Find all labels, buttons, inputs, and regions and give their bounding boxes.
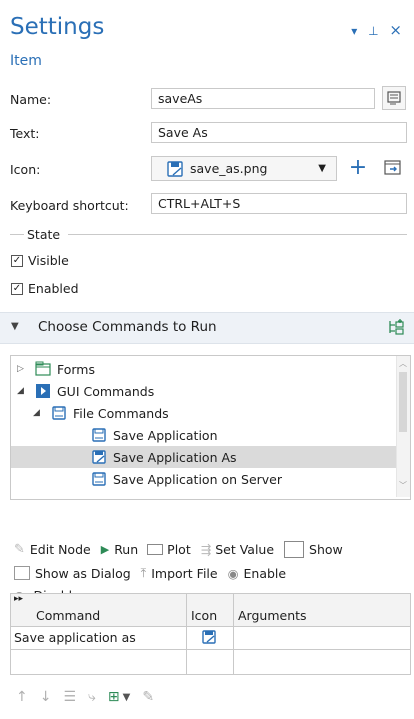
enable-button[interactable]: Enable [244, 566, 287, 581]
show-button[interactable]: Show [309, 542, 343, 557]
enabled-checkbox[interactable]: ✓ [11, 282, 23, 295]
table-row[interactable]: Save application as [11, 627, 410, 650]
plot-icon [147, 544, 164, 555]
command-toolbar-row2: Show as Dialog ⤒ Import File ◉ Enable [14, 565, 286, 581]
save-icon [92, 428, 106, 442]
tree-item-gui-commands[interactable]: ◢ GUI Commands [11, 380, 396, 402]
plus-icon: + [348, 155, 368, 180]
text-label: Text: [10, 126, 40, 141]
tree-item-save-application-as[interactable]: Save Application As [11, 446, 396, 468]
run-icon: ▶ [100, 543, 110, 556]
tree-item-label: Save Application As [113, 449, 237, 465]
window-controls: ▾ ⊥ × [344, 21, 402, 39]
tree-item-label: Save Application [113, 427, 218, 443]
import-file-icon: ⤒ [140, 565, 147, 580]
chevron-down-icon: ▼ [318, 163, 326, 174]
collapse-icon[interactable]: ◢ [33, 408, 47, 418]
collapse-icon[interactable]: ▼ [11, 321, 19, 332]
row-header-marker-icon: ▸▸ [14, 594, 24, 604]
run-button[interactable]: Run [114, 542, 138, 557]
show-as-dialog-icon [14, 566, 30, 580]
save-server-icon [92, 472, 106, 486]
text-field[interactable]: Save As [151, 122, 407, 143]
move-up-icon[interactable]: ↑ [16, 689, 28, 705]
add-icon-button[interactable]: + [346, 156, 370, 180]
plot-button[interactable]: Plot [167, 542, 191, 557]
chevron-down-icon[interactable]: ▼ [123, 692, 131, 703]
pin-icon[interactable]: ⊥ [368, 24, 378, 38]
import-file-button[interactable]: Import File [151, 566, 217, 581]
panel-title: Settings [10, 14, 105, 40]
set-value-button[interactable]: Set Value [215, 542, 274, 557]
add-row-icon[interactable]: ⊞ [108, 689, 120, 705]
name-field[interactable]: saveAs [151, 88, 375, 109]
forms-icon [35, 361, 51, 376]
import-icon [384, 160, 401, 175]
save-as-icon [92, 450, 106, 464]
save-as-icon [202, 630, 216, 644]
commands-section-title: Choose Commands to Run [38, 319, 217, 335]
show-as-dialog-button[interactable]: Show as Dialog [35, 566, 131, 581]
expand-icon[interactable]: ▷ [17, 364, 31, 374]
visible-checkbox-row[interactable]: ✓ Visible [11, 253, 69, 268]
save-as-icon [167, 160, 183, 177]
tree-item-label: File Commands [73, 405, 169, 421]
state-group-label: State [27, 227, 61, 242]
shortcut-label: Keyboard shortcut: [10, 198, 129, 213]
edit-node-button[interactable]: Edit Node [30, 542, 91, 557]
tree-item-file-commands[interactable]: ◢ File Commands [11, 402, 396, 424]
state-divider-left [10, 234, 24, 235]
table-toolbar: ↑ ↓ ☰ ⤷ ⊞ ▼ ✎ [16, 689, 166, 705]
tree-item-save-application[interactable]: Save Application [11, 424, 396, 446]
collapse-icon[interactable]: ◢ [17, 386, 31, 396]
scrollbar-thumb[interactable] [399, 372, 407, 432]
move-down-icon[interactable]: ↓ [40, 689, 52, 705]
file-commands-icon [52, 406, 66, 420]
close-icon[interactable]: × [389, 21, 402, 39]
column-header-icon[interactable]: Icon [191, 608, 217, 623]
command-tree[interactable]: ▷ Forms ◢ GUI Commands ◢ File Commands S… [10, 355, 411, 500]
tree-item-label: GUI Commands [57, 383, 155, 399]
edit-text-button[interactable] [382, 86, 406, 110]
text-editor-icon [387, 91, 401, 105]
edit-node-icon: ✎ [14, 542, 25, 557]
tree-scrollbar[interactable]: ︿ ﹀ [396, 356, 410, 497]
state-divider-right [68, 234, 407, 235]
tree-item-label: Forms [57, 361, 96, 377]
commands-section-header[interactable]: ▼ Choose Commands to Run [0, 312, 414, 344]
dropdown-icon[interactable]: ▾ [351, 24, 357, 38]
command-toolbar-row1: ✎ Edit Node ▶ Run Plot ⇶ Set Value Show [14, 541, 343, 558]
scroll-up-icon[interactable]: ︿ [399, 358, 407, 369]
icon-select[interactable]: save_as.png ▼ [151, 156, 337, 181]
scroll-down-icon[interactable]: ﹀ [399, 480, 407, 491]
visible-label: Visible [28, 253, 69, 268]
enable-icon: ◉ [227, 565, 239, 581]
add-command-tree-icon[interactable] [387, 319, 405, 337]
delete-rows-icon[interactable]: ☰ [63, 689, 76, 705]
tree-item-save-application-on-server[interactable]: Save Application on Server [11, 468, 396, 490]
visible-checkbox[interactable]: ✓ [11, 254, 23, 267]
tree-item-forms[interactable]: ▷ Forms [11, 358, 396, 380]
icon-label: Icon: [10, 162, 41, 177]
icon-select-value: save_as.png [190, 161, 268, 176]
insert-row-icon[interactable]: ⤷ [88, 689, 96, 705]
gui-commands-icon [36, 384, 50, 398]
edit-row-icon[interactable]: ✎ [142, 689, 154, 705]
enabled-label: Enabled [28, 281, 79, 296]
column-header-arguments[interactable]: Arguments [238, 608, 307, 623]
import-icon-button[interactable] [381, 156, 405, 180]
name-label: Name: [10, 92, 52, 107]
tree-item-label: Save Application on Server [113, 471, 283, 487]
enabled-checkbox-row[interactable]: ✓ Enabled [11, 281, 79, 296]
table-cell-command: Save application as [14, 630, 136, 645]
shortcut-field[interactable]: CTRL+ALT+S [151, 193, 407, 214]
show-icon [284, 541, 305, 558]
panel-subtitle: Item [10, 53, 42, 69]
command-table[interactable]: ▸▸ Command Icon Arguments Save applicati… [10, 593, 411, 675]
set-value-icon: ⇶ [200, 542, 212, 557]
column-header-command[interactable]: Command [36, 608, 100, 623]
